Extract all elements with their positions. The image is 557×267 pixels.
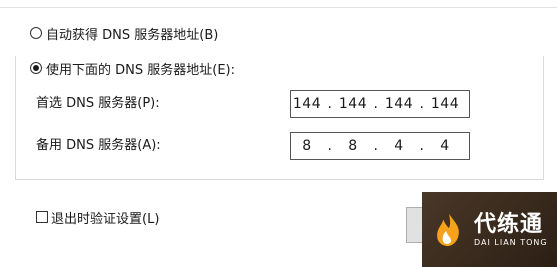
ip-separator: .	[327, 138, 333, 154]
validate-on-exit-option[interactable]: 退出时验证设置(L)	[36, 207, 159, 227]
ip-separator: .	[419, 138, 425, 154]
dns-auto-label: 自动获得 DNS 服务器地址(B)	[46, 27, 219, 43]
alternate-dns-octet-2[interactable]: 8	[337, 138, 369, 154]
ip-separator: .	[373, 96, 379, 112]
alternate-dns-octet-3[interactable]: 4	[383, 138, 415, 154]
watermark-title: 代练通	[474, 211, 544, 237]
ip-separator: .	[373, 138, 379, 154]
watermark-subtitle: DAI LIAN TONG	[474, 237, 548, 247]
alternate-dns-label: 备用 DNS 服务器(A):	[36, 138, 161, 153]
validate-on-exit-label: 退出时验证设置(L)	[51, 211, 160, 227]
alternate-dns-input[interactable]: 8 . 8 . 4 . 4	[290, 132, 470, 160]
alternate-dns-octet-4[interactable]: 4	[429, 138, 461, 154]
preferred-dns-label: 首选 DNS 服务器(P):	[36, 96, 160, 111]
group-border-left	[15, 56, 16, 68]
ip-separator: .	[419, 96, 425, 112]
group-border-right	[543, 56, 544, 68]
preferred-dns-octet-2[interactable]: 144	[337, 96, 369, 112]
preferred-dns-octet-4[interactable]: 144	[429, 96, 461, 112]
dialog-top-edge	[0, 0, 557, 8]
dns-auto-option[interactable]: 自动获得 DNS 服务器地址(B)	[30, 23, 218, 43]
watermark-badge: 代练通 DAI LIAN TONG	[422, 192, 557, 267]
flame-logo-icon	[437, 213, 459, 246]
ip-separator: .	[327, 96, 333, 112]
dns-server-group	[15, 68, 544, 180]
validate-on-exit-checkbox[interactable]	[36, 211, 48, 223]
preferred-dns-octet-3[interactable]: 144	[383, 96, 415, 112]
preferred-dns-input[interactable]: 144 . 144 . 144 . 144	[290, 90, 470, 118]
dns-auto-radio[interactable]	[30, 27, 42, 39]
alternate-dns-octet-1[interactable]: 8	[291, 138, 323, 154]
preferred-dns-octet-1[interactable]: 144	[291, 96, 323, 112]
